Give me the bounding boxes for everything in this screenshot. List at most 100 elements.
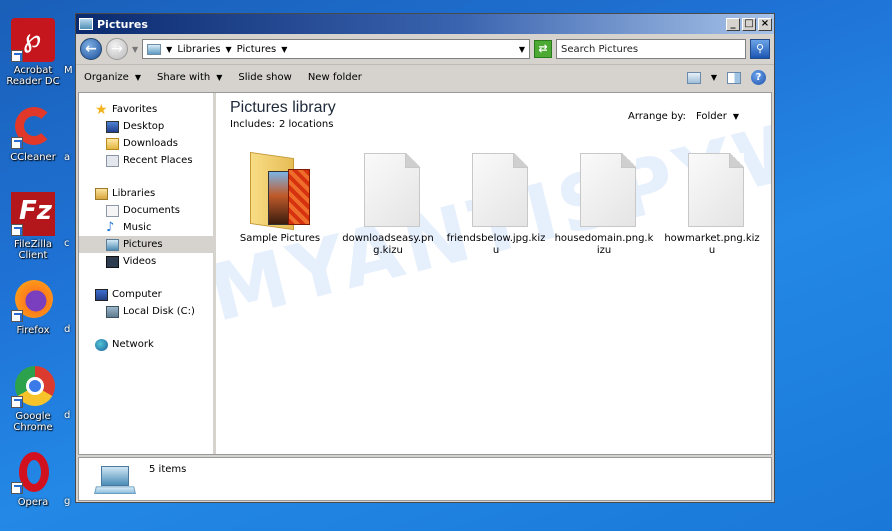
nav-item-music[interactable]: ♪ Music <box>79 219 213 236</box>
file-grid: Sample Pictures downloadseasy.png.kizu f… <box>226 149 766 257</box>
preview-pane-icon[interactable] <box>727 71 741 84</box>
blank-file-icon <box>364 153 420 227</box>
pictures-folder-icon <box>79 18 93 30</box>
maximize-button[interactable]: □ <box>742 17 756 31</box>
library-laptop-icon <box>94 466 136 496</box>
desktop-icon-label: Firefox <box>16 325 50 336</box>
breadcrumb-pictures[interactable]: Pictures <box>237 44 277 55</box>
libraries-icon <box>95 187 108 200</box>
blank-file-icon <box>580 153 636 227</box>
breadcrumb-separator[interactable]: ▼ <box>226 45 232 54</box>
help-icon[interactable]: ? <box>751 70 766 85</box>
close-button[interactable]: × <box>758 17 772 31</box>
nav-item-desktop[interactable]: Desktop <box>79 118 213 135</box>
file-item[interactable]: Sample Pictures <box>226 149 334 257</box>
pictures-icon <box>106 238 119 251</box>
pictures-icon <box>147 43 162 55</box>
command-bar: Organize ▼ Share with ▼ Slide show New fol… <box>76 64 774 90</box>
recent-pages-dropdown[interactable]: ▼ <box>132 45 138 54</box>
breadcrumb-separator[interactable]: ▼ <box>281 45 287 54</box>
back-button[interactable]: ← <box>80 38 102 60</box>
minimize-button[interactable]: _ <box>726 17 740 31</box>
window-title: Pictures <box>97 17 148 31</box>
navigation-pane: ★ Favorites Desktop Downloads Recent Plac… <box>79 93 216 454</box>
chevron-down-icon: ▼ <box>732 112 739 121</box>
arrange-by-dropdown[interactable]: Folder ▼ <box>696 111 739 122</box>
view-options-dropdown[interactable]: ▼ <box>711 73 717 82</box>
file-item[interactable]: friendsbelow.jpg.kizu <box>442 149 550 257</box>
locations-link[interactable]: 2 locations <box>279 119 333 130</box>
chevron-down-icon: ▼ <box>134 73 141 82</box>
network-icon <box>95 338 108 351</box>
desktop-icon-ccleaner[interactable]: CCleaner <box>2 105 64 163</box>
change-view-icon[interactable] <box>686 71 701 84</box>
forward-button[interactable]: → <box>106 38 128 60</box>
documents-icon <box>106 204 119 217</box>
title-bar[interactable]: Pictures _ □ × <box>76 14 774 34</box>
search-icon[interactable]: ⚲ <box>750 39 770 59</box>
firefox-icon <box>11 278 55 322</box>
breadcrumb-separator[interactable]: ▼ <box>166 45 172 54</box>
search-input[interactable]: Search Pictures <box>556 39 746 59</box>
computer-icon <box>95 288 108 301</box>
videos-icon <box>106 255 119 268</box>
address-bar[interactable]: ▼ Libraries ▼ Pictures ▼ ▼ <box>142 39 530 59</box>
downloads-icon <box>106 137 119 150</box>
desktop-icon-filezilla[interactable]: Fz FileZilla Client <box>2 192 64 261</box>
address-row: ← → ▼ ▼ Libraries ▼ Pictures ▼ ▼ ⇄ Searc… <box>76 34 774 64</box>
recent-places-icon <box>106 154 119 167</box>
arrange-by: Arrange by: Folder ▼ <box>627 111 739 122</box>
address-history-dropdown[interactable]: ▼ <box>519 45 525 54</box>
desktop-icon-firefox[interactable]: Firefox <box>2 278 64 336</box>
desktop-icon-label: Acrobat Reader DC <box>6 65 60 87</box>
file-item[interactable]: housedomain.png.kizu <box>550 149 658 257</box>
nav-item-pictures[interactable]: Pictures <box>79 236 213 253</box>
opera-icon <box>11 450 55 494</box>
nav-item-documents[interactable]: Documents <box>79 202 213 219</box>
desktop-icon <box>106 120 119 133</box>
desktop-label-fragment: a <box>64 152 71 163</box>
desktop-icon-chrome[interactable]: Google Chrome <box>2 364 64 433</box>
ccleaner-icon <box>11 105 55 149</box>
new-folder-button[interactable]: New folder <box>308 72 362 83</box>
chevron-down-icon: ▼ <box>216 73 223 82</box>
file-list-pane: MYANTISPYWARE.COM Pictures library Inclu… <box>216 93 771 454</box>
nav-item-libraries[interactable]: Libraries <box>79 185 213 202</box>
desktop-label-fragment: d <box>64 410 71 421</box>
desktop-icon-opera[interactable]: Opera <box>2 450 64 508</box>
nav-item-local-disk[interactable]: Local Disk (C:) <box>79 303 213 320</box>
star-icon: ★ <box>95 101 108 118</box>
share-with-button[interactable]: Share with ▼ <box>157 72 222 83</box>
refresh-button[interactable]: ⇄ <box>534 40 552 58</box>
filezilla-icon: Fz <box>11 192 55 236</box>
blank-file-icon <box>472 153 528 227</box>
nav-item-downloads[interactable]: Downloads <box>79 135 213 152</box>
desktop-icon-label: CCleaner <box>10 152 56 163</box>
file-item[interactable]: downloadseasy.png.kizu <box>334 149 442 257</box>
acrobat-icon: ℘ <box>11 18 55 62</box>
file-name: friendsbelow.jpg.kizu <box>446 233 546 256</box>
file-item[interactable]: howmarket.png.kizu <box>658 149 766 257</box>
nav-item-videos[interactable]: Videos <box>79 253 213 270</box>
disk-icon <box>106 305 119 318</box>
nav-item-computer[interactable]: Computer <box>79 286 213 303</box>
desktop-label-fragment: g <box>64 496 71 507</box>
desktop-icon-label: Opera <box>17 497 49 508</box>
desktop-icon-acrobat[interactable]: ℘ Acrobat Reader DC <box>2 18 64 87</box>
desktop-label-fragment: d <box>64 324 71 335</box>
blank-file-icon <box>688 153 744 227</box>
desktop-label-fragment: c <box>64 238 70 249</box>
file-name: housedomain.png.kizu <box>554 233 654 256</box>
music-icon: ♪ <box>106 219 115 235</box>
nav-item-favorites[interactable]: ★ Favorites <box>79 101 213 118</box>
file-name: downloadseasy.png.kizu <box>342 233 434 256</box>
breadcrumb-libraries[interactable]: Libraries <box>177 44 220 55</box>
organize-button[interactable]: Organize ▼ <box>84 72 141 83</box>
details-pane: 5 items <box>78 457 772 501</box>
explorer-body: ★ Favorites Desktop Downloads Recent Plac… <box>78 92 772 455</box>
desktop-icon-label: FileZilla Client <box>13 239 53 261</box>
chrome-icon <box>11 364 55 408</box>
nav-item-network[interactable]: Network <box>79 336 213 353</box>
slide-show-button[interactable]: Slide show <box>238 72 291 83</box>
nav-item-recent-places[interactable]: Recent Places <box>79 152 213 169</box>
